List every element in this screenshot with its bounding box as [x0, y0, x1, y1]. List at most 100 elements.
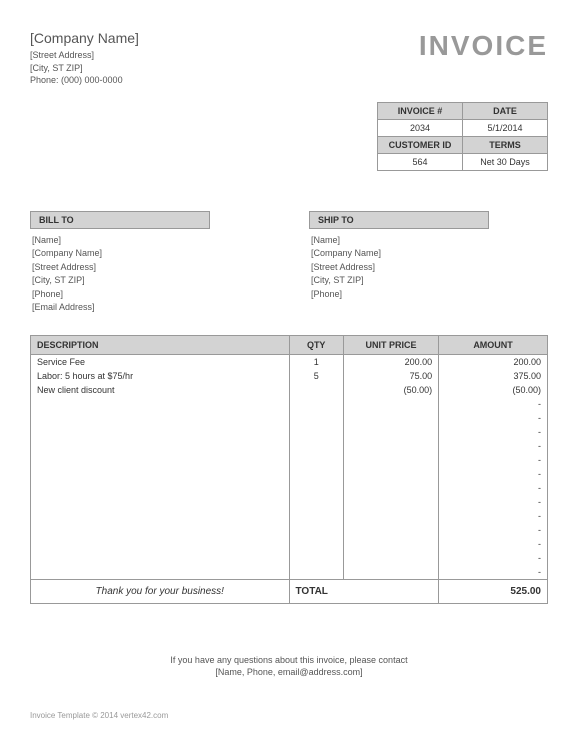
item-amount: 200.00 — [439, 354, 548, 369]
ship-to-name: [Name] — [309, 234, 548, 248]
item-description — [31, 439, 290, 453]
item-description: New client discount — [31, 383, 290, 397]
item-amount: 375.00 — [439, 369, 548, 383]
company-name: [Company Name] — [30, 30, 419, 46]
table-row: - — [31, 425, 548, 439]
item-qty — [289, 551, 343, 565]
table-row: Service Fee1200.00200.00 — [31, 354, 548, 369]
bill-to-city: [City, ST ZIP] — [30, 274, 269, 288]
item-qty — [289, 383, 343, 397]
company-city: [City, ST ZIP] — [30, 62, 419, 75]
bill-to-header: BILL TO — [30, 211, 210, 229]
item-qty — [289, 495, 343, 509]
bill-to-phone: [Phone] — [30, 288, 269, 302]
item-description — [31, 425, 290, 439]
item-description — [31, 397, 290, 411]
column-description: DESCRIPTION — [31, 335, 290, 354]
bill-to-block: BILL TO [Name] [Company Name] [Street Ad… — [30, 211, 269, 315]
item-qty — [289, 523, 343, 537]
copyright-text: Invoice Template © 2014 vertex42.com — [30, 711, 168, 720]
column-unit-price: UNIT PRICE — [343, 335, 438, 354]
item-amount: - — [439, 565, 548, 580]
item-unit-price — [343, 551, 438, 565]
item-unit-price — [343, 411, 438, 425]
document-header: [Company Name] [Street Address] [City, S… — [30, 30, 548, 87]
item-amount: - — [439, 439, 548, 453]
date-value: 5/1/2014 — [463, 119, 548, 136]
company-street: [Street Address] — [30, 49, 419, 62]
item-description — [31, 509, 290, 523]
table-row: - — [31, 565, 548, 580]
item-qty — [289, 439, 343, 453]
item-unit-price — [343, 523, 438, 537]
invoice-title: INVOICE — [419, 30, 548, 62]
table-row: - — [31, 481, 548, 495]
invoice-meta-table: INVOICE # DATE 2034 5/1/2014 CUSTOMER ID… — [377, 102, 548, 171]
ship-to-street: [Street Address] — [309, 261, 548, 275]
date-label: DATE — [463, 102, 548, 119]
item-amount: - — [439, 411, 548, 425]
table-row: - — [31, 467, 548, 481]
item-qty — [289, 509, 343, 523]
item-description — [31, 481, 290, 495]
item-qty — [289, 565, 343, 580]
footer-line1: If you have any questions about this inv… — [30, 654, 548, 667]
bill-to-company: [Company Name] — [30, 247, 269, 261]
item-description — [31, 495, 290, 509]
item-unit-price — [343, 397, 438, 411]
item-amount: - — [439, 453, 548, 467]
item-unit-price — [343, 481, 438, 495]
item-unit-price: 75.00 — [343, 369, 438, 383]
item-qty — [289, 453, 343, 467]
item-qty — [289, 481, 343, 495]
terms-label: TERMS — [463, 136, 548, 153]
item-amount: - — [439, 537, 548, 551]
item-qty: 5 — [289, 369, 343, 383]
item-description — [31, 565, 290, 580]
item-unit-price — [343, 439, 438, 453]
table-row: - — [31, 397, 548, 411]
item-description — [31, 551, 290, 565]
item-qty — [289, 411, 343, 425]
item-unit-price — [343, 453, 438, 467]
item-description — [31, 453, 290, 467]
company-info-block: [Company Name] [Street Address] [City, S… — [30, 30, 419, 87]
item-amount: - — [439, 481, 548, 495]
bill-to-email: [Email Address] — [30, 301, 269, 315]
item-unit-price — [343, 509, 438, 523]
total-label: TOTAL — [289, 579, 439, 603]
item-amount: - — [439, 495, 548, 509]
footer-line2: [Name, Phone, email@address.com] — [30, 666, 548, 679]
bill-to-name: [Name] — [30, 234, 269, 248]
line-items-table: DESCRIPTION QTY UNIT PRICE AMOUNT Servic… — [30, 335, 548, 604]
item-unit-price — [343, 425, 438, 439]
item-amount: - — [439, 425, 548, 439]
item-unit-price — [343, 537, 438, 551]
table-row: - — [31, 453, 548, 467]
address-section: BILL TO [Name] [Company Name] [Street Ad… — [30, 211, 548, 315]
terms-value: Net 30 Days — [463, 153, 548, 170]
table-row: - — [31, 551, 548, 565]
item-unit-price — [343, 495, 438, 509]
column-qty: QTY — [289, 335, 343, 354]
item-qty — [289, 397, 343, 411]
table-row: - — [31, 411, 548, 425]
table-row: - — [31, 509, 548, 523]
item-description: Service Fee — [31, 354, 290, 369]
ship-to-block: SHIP TO [Name] [Company Name] [Street Ad… — [309, 211, 548, 315]
item-qty — [289, 537, 343, 551]
item-description — [31, 411, 290, 425]
ship-to-city: [City, ST ZIP] — [309, 274, 548, 288]
item-unit-price — [343, 467, 438, 481]
item-amount: - — [439, 523, 548, 537]
total-row: Thank you for your business! TOTAL 525.0… — [31, 579, 548, 603]
item-description — [31, 467, 290, 481]
invoice-number-label: INVOICE # — [378, 102, 463, 119]
thank-you-message: Thank you for your business! — [31, 579, 290, 603]
item-unit-price — [343, 565, 438, 580]
customer-id-label: CUSTOMER ID — [378, 136, 463, 153]
bill-to-street: [Street Address] — [30, 261, 269, 275]
footer-message: If you have any questions about this inv… — [30, 654, 548, 679]
ship-to-phone: [Phone] — [309, 288, 548, 302]
item-description: Labor: 5 hours at $75/hr — [31, 369, 290, 383]
